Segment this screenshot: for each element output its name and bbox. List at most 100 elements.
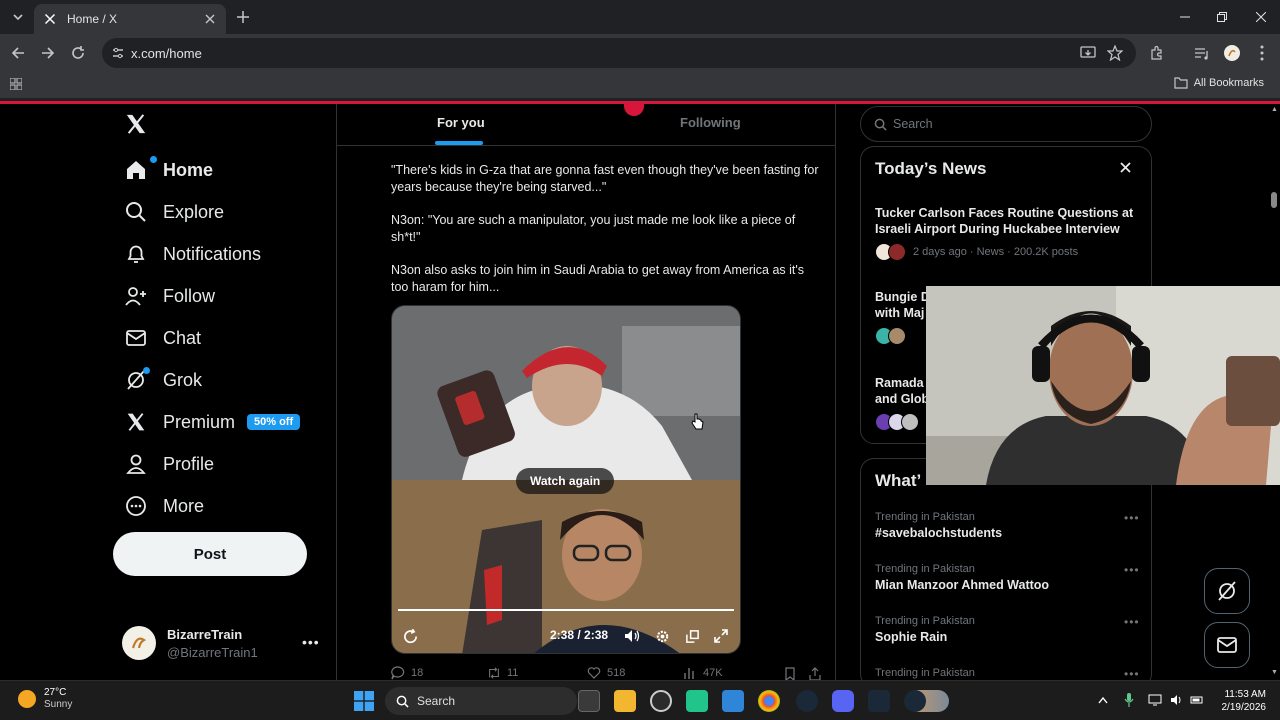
views-button[interactable]: 47K — [683, 666, 723, 680]
tab-search-chevron-icon[interactable] — [8, 7, 28, 27]
app-icon[interactable] — [904, 690, 926, 712]
news-item[interactable]: Tucker Carlson Faces Routine Questions a… — [875, 205, 1143, 261]
nav-profile[interactable]: Profile — [124, 446, 214, 482]
media-controls-icon[interactable] — [1192, 43, 1212, 63]
discord-icon[interactable] — [832, 690, 854, 712]
bookmark-star-icon[interactable] — [1105, 43, 1125, 63]
trend-item[interactable]: Trending in Pakistan Mian Manzoor Ahmed … — [875, 563, 1143, 592]
messages-floating-button[interactable] — [1204, 622, 1250, 668]
account-more-icon[interactable]: ••• — [302, 634, 320, 650]
scroll-down-icon[interactable]: ▼ — [1271, 669, 1278, 676]
nav-chat[interactable]: Chat — [124, 320, 201, 356]
profile-avatar-icon[interactable] — [1222, 43, 1242, 63]
nav-premium-label: Premium — [163, 411, 236, 432]
task-view-icon[interactable] — [578, 690, 600, 712]
reply-bubble-icon — [391, 666, 405, 680]
battery-icon[interactable] — [1190, 693, 1204, 707]
maximize-icon[interactable] — [1213, 8, 1231, 26]
trend-item[interactable]: Trending in Pakistan ••• — [875, 667, 1143, 680]
app-icon[interactable] — [722, 690, 744, 712]
trend-item[interactable]: Trending in Pakistan #savebalochstudents… — [875, 511, 1143, 540]
trend-context: Trending in Pakistan — [875, 667, 975, 679]
sun-icon — [18, 690, 36, 708]
nav-premium[interactable]: Premium 50% off — [124, 404, 301, 440]
reply-count: 18 — [411, 667, 424, 679]
search-icon — [873, 117, 887, 131]
fullscreen-icon[interactable] — [713, 628, 729, 644]
repost-button[interactable]: 11 — [487, 666, 518, 680]
reload-icon[interactable] — [68, 43, 88, 63]
trend-more-icon[interactable]: ••• — [1124, 615, 1140, 629]
search-input[interactable]: Search — [860, 106, 1152, 142]
apps-grid-icon[interactable] — [9, 77, 23, 91]
microphone-icon[interactable] — [1122, 693, 1136, 707]
settings-gear-icon[interactable] — [654, 628, 670, 644]
avatar — [888, 243, 906, 261]
trend-more-icon[interactable]: ••• — [1124, 511, 1140, 525]
scroll-up-icon[interactable]: ▲ — [1271, 106, 1278, 113]
new-tab-plus-icon[interactable] — [234, 8, 252, 26]
share-icon[interactable] — [808, 667, 822, 680]
extensions-puzzle-icon[interactable] — [1147, 43, 1167, 63]
trend-more-icon[interactable]: ••• — [1124, 563, 1140, 577]
nav-profile-label: Profile — [163, 453, 215, 474]
bookmark-icon[interactable] — [783, 667, 797, 680]
taskbar-search[interactable]: Search — [385, 687, 949, 715]
close-icon[interactable] — [1118, 160, 1132, 174]
close-window-icon[interactable] — [1252, 8, 1270, 26]
back-arrow-icon[interactable] — [8, 43, 28, 63]
picture-in-picture-icon[interactable] — [684, 628, 700, 644]
nav-more[interactable]: More — [124, 488, 204, 524]
nav-notifications[interactable]: Notifications — [124, 236, 261, 272]
nav-home[interactable]: Home — [124, 152, 213, 188]
volume-icon[interactable] — [1170, 693, 1184, 707]
steam-icon[interactable] — [868, 690, 890, 712]
weather-widget[interactable]: 27°C Sunny — [18, 687, 72, 711]
show-hidden-icons-chevron-icon[interactable] — [1096, 693, 1110, 707]
trend-more-icon[interactable]: ••• — [1124, 667, 1140, 680]
feed-tabs: For you Following — [337, 104, 836, 146]
all-bookmarks-button[interactable]: All Bookmarks — [1174, 77, 1264, 89]
minimize-icon[interactable] — [1176, 8, 1194, 26]
watch-again-button[interactable]: Watch again — [516, 468, 615, 494]
views-chart-icon — [683, 666, 697, 680]
close-tab-icon[interactable] — [202, 11, 218, 27]
windows-start-icon[interactable] — [353, 690, 375, 712]
chrome-icon[interactable] — [758, 690, 780, 712]
video-progress-bar[interactable] — [398, 609, 734, 611]
network-icon[interactable] — [1148, 693, 1162, 707]
tab-for-you[interactable]: For you — [437, 115, 485, 130]
account-switcher[interactable]: BizarreTrain @BizarreTrain1 ••• — [122, 622, 332, 666]
nav-grok[interactable]: Grok — [124, 362, 202, 398]
app-icon[interactable] — [796, 690, 818, 712]
envelope-icon — [124, 326, 148, 350]
nav-explore[interactable]: Explore — [124, 194, 224, 230]
site-info-icon[interactable] — [110, 45, 126, 61]
like-button[interactable]: 518 — [587, 666, 625, 680]
install-app-icon[interactable] — [1078, 43, 1098, 63]
video-player[interactable]: Watch again 2:38 / 2:38 — [391, 305, 741, 654]
nav-notifications-label: Notifications — [163, 243, 262, 264]
windows-taskbar: 27°C Sunny Search 11:53 AM 2/19/2026 — [0, 680, 1280, 720]
browser-tab-home[interactable]: Home / X — [34, 4, 226, 34]
clock[interactable]: 11:53 AM 2/19/2026 — [1214, 688, 1267, 714]
trend-item[interactable]: Trending in Pakistan Sophie Rain ••• — [875, 615, 1143, 644]
app-icon[interactable] — [650, 690, 672, 712]
tab-following[interactable]: Following — [680, 115, 741, 130]
app-icon[interactable] — [686, 690, 708, 712]
grok-dot — [143, 367, 150, 374]
file-explorer-icon[interactable] — [614, 690, 636, 712]
volume-icon[interactable] — [624, 628, 640, 644]
browser-tab-strip: Home / X — [0, 0, 1280, 34]
scrollbar-thumb[interactable] — [1271, 192, 1277, 208]
post-button[interactable]: Post — [113, 532, 307, 576]
chrome-menu-icon[interactable] — [1252, 43, 1272, 63]
replay-icon[interactable] — [402, 628, 418, 644]
x-logo-icon[interactable] — [124, 112, 148, 136]
grok-floating-button[interactable] — [1204, 568, 1250, 614]
trend-name: Mian Manzoor Ahmed Wattoo — [875, 578, 1050, 592]
reply-button[interactable]: 18 — [391, 666, 423, 680]
address-bar[interactable]: x.com/home — [102, 38, 1136, 68]
forward-arrow-icon[interactable] — [38, 43, 58, 63]
nav-follow[interactable]: Follow — [124, 278, 215, 314]
